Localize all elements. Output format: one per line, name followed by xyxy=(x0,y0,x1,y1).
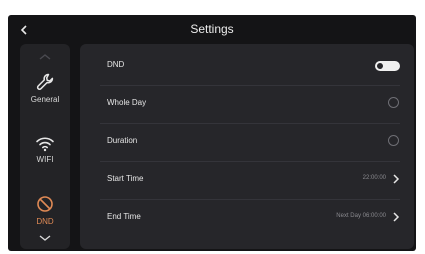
end-time-value: Next Day 06:00:00 xyxy=(336,213,386,219)
toggle-knob xyxy=(377,63,383,69)
settings-panel: DND Whole Day Duration Start Time 22:00:… xyxy=(80,44,414,249)
sidebar-item-wifi[interactable]: WIFI xyxy=(20,136,70,164)
setting-row-dnd[interactable]: DND xyxy=(80,47,414,85)
setting-label: Duration xyxy=(107,136,138,145)
sidebar-item-label: WIFI xyxy=(36,155,54,164)
setting-row-duration[interactable]: Duration xyxy=(80,123,414,161)
sidebar-item-dnd[interactable]: DND xyxy=(20,194,70,226)
sidebar[interactable]: General WIFI DND xyxy=(20,44,70,249)
settings-screen: Settings General WIFI DND DND Whole Day … xyxy=(8,15,416,251)
setting-row-whole-day[interactable]: Whole Day xyxy=(80,85,414,123)
dnd-toggle[interactable] xyxy=(375,61,400,71)
duration-radio[interactable] xyxy=(388,135,399,146)
top-bar: Settings xyxy=(8,15,416,45)
sidebar-item-label: General xyxy=(30,95,60,104)
start-time-value: 22:00:00 xyxy=(362,175,386,181)
wrench-icon xyxy=(36,73,54,90)
wifi-icon xyxy=(36,137,54,152)
setting-label: Start Time xyxy=(107,174,144,183)
whole-day-radio[interactable] xyxy=(388,97,399,108)
sidebar-item-label: DND xyxy=(36,217,54,226)
chevron-down-icon[interactable] xyxy=(37,233,53,243)
setting-label: Whole Day xyxy=(107,98,147,107)
setting-row-end-time[interactable]: End Time Next Day 06:00:00 xyxy=(80,199,414,237)
sidebar-item-general[interactable]: General xyxy=(20,72,70,104)
setting-label: End Time xyxy=(107,212,141,221)
chevron-up-icon[interactable] xyxy=(37,52,53,62)
chevron-right-icon[interactable] xyxy=(392,173,400,185)
setting-row-start-time[interactable]: Start Time 22:00:00 xyxy=(80,161,414,199)
chevron-right-icon[interactable] xyxy=(392,211,400,223)
setting-label: DND xyxy=(107,60,125,69)
page-title: Settings xyxy=(190,22,234,36)
do-not-disturb-icon xyxy=(37,196,53,212)
